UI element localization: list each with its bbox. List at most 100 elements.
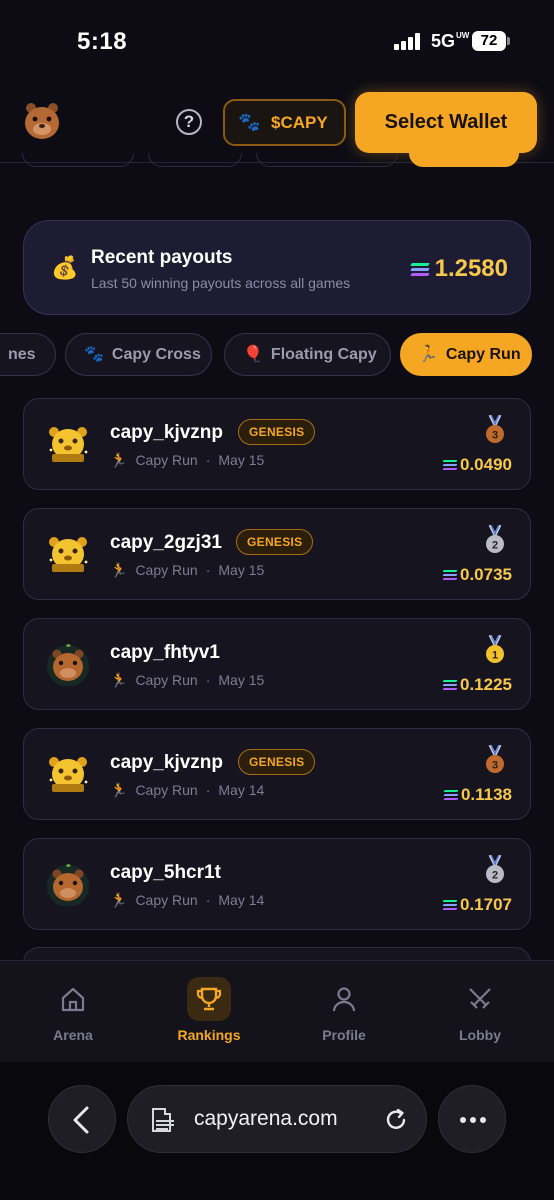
payouts-subtitle: Last 50 winning payouts across all games	[91, 275, 351, 291]
home-icon	[61, 987, 85, 1012]
game-name: Capy Run	[135, 562, 198, 578]
back-button[interactable]	[48, 1085, 116, 1153]
runner-icon: 🏃	[110, 562, 128, 578]
payout-amount-value: 0.0490	[460, 455, 512, 474]
genesis-avatar-icon	[49, 427, 88, 462]
solana-icon	[442, 460, 458, 471]
payout-amount-value: 0.1225	[460, 675, 512, 694]
payout-date: May 14	[218, 782, 265, 798]
game-filter-tabs: nes 🐾 Capy Cross 🎈 Floating Capy 🏃 Capy Run	[0, 333, 554, 377]
payout-date: May 14	[218, 892, 265, 908]
rank-medal-icon: 1	[486, 635, 504, 663]
rank-medal-icon: 2	[486, 525, 504, 553]
capybara-avatar-icon	[47, 864, 89, 906]
rank-number: 1	[492, 650, 498, 662]
solana-icon	[442, 900, 458, 911]
payout-amount-value: 0.1707	[460, 895, 512, 914]
nav-lobby[interactable]: Lobby	[430, 961, 530, 1063]
rank-number: 2	[492, 870, 498, 882]
paw-icon: 🐾	[84, 346, 104, 363]
list-item[interactable]: capy_kjvznp GENESIS 🏃 Capy Run · May 14 3 0.113…	[23, 728, 531, 820]
ellipsis-icon	[460, 1117, 486, 1123]
capybara-avatar-icon	[47, 644, 89, 686]
capybara-logo-icon[interactable]	[22, 99, 62, 141]
nav-profile[interactable]: Profile	[294, 961, 394, 1063]
page-icon	[152, 1108, 174, 1132]
tab-capy-run[interactable]: 🏃 Capy Run	[400, 333, 532, 376]
payout-meta: 🏃 Capy Run · May 14	[110, 892, 264, 909]
game-name: Capy Run	[135, 782, 198, 798]
player-name: capy_kjvznp	[110, 752, 223, 773]
runner-icon: 🏃	[110, 892, 128, 908]
payouts-title: Recent payouts	[91, 247, 233, 268]
more-options-button[interactable]	[438, 1085, 506, 1153]
tab-capy-cross[interactable]: 🐾 Capy Cross	[65, 333, 212, 376]
payout-date: May 15	[218, 672, 265, 688]
rank-number: 3	[492, 430, 498, 442]
separator-dot: ·	[205, 672, 211, 688]
runner-icon: 🏃	[418, 346, 438, 363]
rank-medal-icon: 3	[486, 415, 504, 443]
genesis-badge: GENESIS	[236, 529, 314, 555]
swords-icon	[469, 988, 491, 1009]
solana-icon	[442, 680, 458, 691]
balloon-icon: 🎈	[243, 346, 263, 363]
separator-dot: ·	[205, 452, 211, 468]
select-wallet-button[interactable]: Select Wallet	[355, 92, 537, 153]
payout-meta: 🏃 Capy Run · May 14	[110, 782, 264, 799]
url-text: capyarena.com	[194, 1107, 338, 1130]
tab-floating-capy[interactable]: 🎈 Floating Capy	[224, 333, 391, 376]
payout-meta: 🏃 Capy Run · May 15	[110, 452, 264, 469]
trophy-icon	[187, 977, 231, 1021]
payout-meta: 🏃 Capy Run · May 15	[110, 672, 264, 689]
runner-icon: 🏃	[110, 782, 128, 798]
user-icon	[332, 987, 356, 1012]
player-name: capy_fhtyv1	[110, 642, 220, 663]
payout-amount: 0.1225	[442, 675, 512, 695]
game-name: Capy Run	[135, 892, 198, 908]
solana-icon	[442, 570, 458, 581]
rank-medal-icon: 3	[486, 745, 504, 773]
list-item[interactable]: capy_kjvznp GENESIS 🏃 Capy Run · May 15 3 0.049…	[23, 398, 531, 490]
scrolled-filter-row	[0, 153, 554, 167]
payout-amount: 0.0735	[442, 565, 512, 585]
separator-dot: ·	[205, 562, 211, 578]
reload-icon[interactable]	[383, 1107, 409, 1133]
capy-token-button[interactable]: 🐾 $CAPY	[223, 99, 346, 146]
payout-amount: 0.1707	[442, 895, 512, 915]
status-bar: 5:18 5GUW 72	[0, 0, 554, 80]
separator-dot: ·	[205, 892, 211, 908]
solana-icon	[409, 262, 430, 277]
nav-rankings[interactable]: Rankings	[159, 961, 259, 1063]
list-item[interactable]: capy_fhtyv1 🏃 Capy Run · May 15 1 0.1225	[23, 618, 531, 710]
game-name: Capy Run	[135, 672, 198, 688]
app-header: ? 🐾 $CAPY Select Wallet	[0, 85, 554, 163]
battery-level: 72	[472, 31, 506, 51]
list-item[interactable]: capy_2gzj31 GENESIS 🏃 Capy Run · May 15 2 0.073…	[23, 508, 531, 600]
bottom-nav: Arena Rankings Profile Lobby	[0, 960, 554, 1062]
browser-toolbar: capyarena.com	[0, 1062, 554, 1200]
rank-number: 2	[492, 540, 498, 552]
list-item[interactable]: capy_5hcr1t 🏃 Capy Run · May 14 2 0.1707	[23, 838, 531, 930]
address-bar[interactable]: capyarena.com	[127, 1085, 427, 1153]
rank-number: 3	[492, 760, 498, 772]
payouts-total: 1.2580	[409, 255, 508, 283]
payouts-total-value: 1.2580	[434, 255, 508, 282]
tab-games[interactable]: nes	[0, 333, 56, 376]
help-button[interactable]: ?	[176, 109, 202, 135]
payout-date: May 15	[218, 562, 265, 578]
payout-amount: 0.1138	[443, 785, 512, 805]
rank-medal-icon: 2	[486, 855, 504, 883]
payout-date: May 15	[218, 452, 265, 468]
nav-arena[interactable]: Arena	[23, 961, 123, 1063]
payout-amount: 0.0490	[442, 455, 512, 475]
game-name: Capy Run	[135, 452, 198, 468]
genesis-avatar-icon	[49, 537, 88, 572]
capy-token-label: $CAPY	[271, 113, 328, 132]
genesis-avatar-icon	[49, 757, 88, 792]
cellular-signal-icon	[394, 32, 424, 50]
runner-icon: 🏃	[110, 672, 128, 688]
payout-amount-value: 0.0735	[460, 565, 512, 584]
payout-meta: 🏃 Capy Run · May 15	[110, 562, 264, 579]
network-type: 5GUW	[431, 31, 470, 51]
